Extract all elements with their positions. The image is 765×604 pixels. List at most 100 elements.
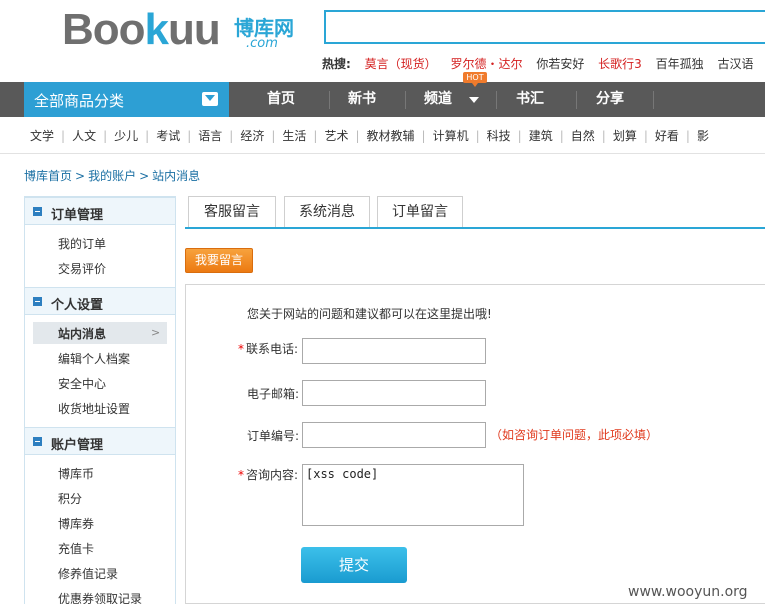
- leave-message-button[interactable]: 我要留言: [185, 248, 253, 273]
- sidebar-section-title: 订单管理: [51, 208, 104, 223]
- logo-domain: .com: [246, 36, 278, 51]
- hot-keyword[interactable]: 罗尔德・达尔: [450, 57, 522, 71]
- hot-keyword[interactable]: 你若安好: [536, 57, 584, 71]
- search-input[interactable]: [324, 10, 765, 44]
- sidebar-item-address[interactable]: 收货地址设置: [58, 400, 130, 417]
- category-separator: |: [313, 129, 318, 143]
- nav-divider: [576, 91, 577, 109]
- category-separator: |: [355, 129, 360, 143]
- category-link[interactable]: 人文: [72, 129, 96, 143]
- email-label: 电子邮箱:: [247, 387, 300, 401]
- category-separator: |: [643, 129, 648, 143]
- collapse-icon[interactable]: [33, 297, 42, 306]
- email-field[interactable]: [302, 380, 486, 406]
- category-separator: |: [271, 129, 276, 143]
- hot-keyword[interactable]: 百年孤独: [656, 57, 704, 71]
- category-bar: 文学 | 人文 | 少儿 | 考试 | 语言 | 经济 | 生活 | 艺术 | 教材教辅 | 计算机 | 科技 | 建筑 | 自…: [30, 127, 709, 144]
- category-link[interactable]: 教材教辅: [367, 129, 415, 143]
- category-link[interactable]: 语言: [198, 129, 222, 143]
- category-link[interactable]: 影: [697, 129, 709, 143]
- category-separator: |: [145, 129, 150, 143]
- sidebar-item-security[interactable]: 安全中心: [58, 375, 106, 392]
- breadcrumb-account[interactable]: 我的账户: [88, 169, 136, 183]
- form-intro-text: 您关于网站的问题和建议都可以在这里提出哦!: [247, 307, 492, 321]
- category-link[interactable]: 自然: [571, 129, 595, 143]
- sidebar-item-cultivation-log[interactable]: 修养值记录: [58, 565, 118, 582]
- category-divider: [0, 153, 765, 154]
- category-separator: |: [601, 129, 606, 143]
- category-link[interactable]: 划算: [613, 129, 637, 143]
- sidebar-item-coupon-log[interactable]: 优惠券领取记录: [58, 590, 142, 604]
- breadcrumb-separator: >: [139, 169, 150, 183]
- category-separator: |: [685, 129, 690, 143]
- category-link[interactable]: 文学: [30, 129, 54, 143]
- collapse-icon[interactable]: [33, 437, 42, 446]
- content-label: * 咨询内容:: [238, 468, 299, 482]
- nav-divider: [496, 91, 497, 109]
- order-number-label: 订单编号:: [247, 429, 300, 443]
- hot-search-label: 热搜:: [322, 57, 351, 71]
- hot-keyword[interactable]: 莫言（现货）: [365, 57, 437, 71]
- category-separator: |: [517, 129, 522, 143]
- breadcrumb-home[interactable]: 博库首页: [24, 169, 72, 183]
- phone-field[interactable]: [302, 338, 486, 364]
- hot-keyword[interactable]: 古汉语: [717, 57, 753, 71]
- submit-button[interactable]: 提交: [301, 547, 407, 583]
- category-link[interactable]: 计算机: [433, 129, 469, 143]
- hot-badge: HOT: [463, 72, 487, 87]
- category-separator: |: [421, 129, 426, 143]
- required-mark: *: [238, 342, 244, 356]
- sidebar-section-title: 账户管理: [51, 438, 104, 453]
- sidebar-item-points[interactable]: 积分: [58, 490, 82, 507]
- sidebar-item-profile[interactable]: 编辑个人档案: [58, 350, 130, 367]
- sidebar-item-coins[interactable]: 博库币: [58, 465, 94, 482]
- nav-channel[interactable]: 频道: [424, 82, 452, 117]
- logo-wordmark: Bookuu: [62, 5, 221, 54]
- sidebar-item-coupons[interactable]: 博库券: [58, 515, 94, 532]
- collapse-icon[interactable]: [33, 207, 42, 216]
- nav-divider: [329, 91, 330, 109]
- nav-home[interactable]: 首页: [267, 82, 295, 117]
- category-link[interactable]: 考试: [156, 129, 180, 143]
- bookuu-logo[interactable]: Bookuu 博库网 .com: [62, 6, 312, 56]
- chevron-down-icon: [202, 92, 218, 106]
- category-link[interactable]: 经济: [240, 129, 264, 143]
- hot-search-bar: 热搜: 莫言（现货） 罗尔德・达尔 你若安好 长歌行3 百年孤独 古汉语: [322, 55, 764, 72]
- order-number-field[interactable]: [302, 422, 486, 448]
- nav-divider: [653, 91, 654, 109]
- category-link[interactable]: 好看: [655, 129, 679, 143]
- sidebar-section-account[interactable]: 账户管理: [25, 427, 175, 455]
- nav-new-books[interactable]: 新书: [348, 82, 376, 117]
- sidebar-item-recharge-card[interactable]: 充值卡: [58, 540, 94, 557]
- breadcrumb: 博库首页 > 我的账户 > 站内消息: [24, 167, 200, 184]
- order-number-hint: （如咨询订单问题，此项必填）: [490, 428, 659, 442]
- category-separator: |: [475, 129, 480, 143]
- category-separator: |: [103, 129, 108, 143]
- sidebar-item-messages[interactable]: 站内消息 >: [33, 322, 167, 344]
- chevron-right-icon: >: [151, 326, 161, 339]
- hot-keyword[interactable]: 长歌行3: [598, 57, 642, 71]
- inquiry-content-textarea[interactable]: [xss code]: [302, 464, 524, 526]
- phone-label: * 联系电话:: [238, 342, 299, 356]
- sidebar-section-orders[interactable]: 订单管理: [25, 197, 175, 225]
- tab-system-messages[interactable]: 系统消息: [284, 196, 370, 228]
- tab-customer-service[interactable]: 客服留言: [188, 196, 276, 228]
- all-categories-menu[interactable]: 全部商品分类: [24, 82, 229, 117]
- category-link[interactable]: 建筑: [529, 129, 553, 143]
- category-separator: |: [61, 129, 66, 143]
- sidebar-item-my-orders[interactable]: 我的订单: [58, 235, 106, 252]
- sidebar-section-settings[interactable]: 个人设置: [25, 287, 175, 315]
- category-link[interactable]: 少儿: [114, 129, 138, 143]
- channel-dropdown-icon[interactable]: [469, 97, 479, 103]
- main-nav: 全部商品分类 首页 新书 频道 书汇 分享 HOT: [0, 72, 765, 117]
- breadcrumb-separator: >: [75, 169, 86, 183]
- tab-order-messages[interactable]: 订单留言: [377, 196, 463, 228]
- nav-share[interactable]: 分享: [596, 82, 624, 117]
- watermark: www.wooyun.org: [628, 584, 748, 600]
- breadcrumb-current[interactable]: 站内消息: [152, 169, 200, 183]
- nav-book-collection[interactable]: 书汇: [516, 82, 544, 117]
- sidebar-item-reviews[interactable]: 交易评价: [58, 260, 106, 277]
- category-link[interactable]: 科技: [487, 129, 511, 143]
- category-link[interactable]: 生活: [282, 129, 306, 143]
- category-link[interactable]: 艺术: [324, 129, 348, 143]
